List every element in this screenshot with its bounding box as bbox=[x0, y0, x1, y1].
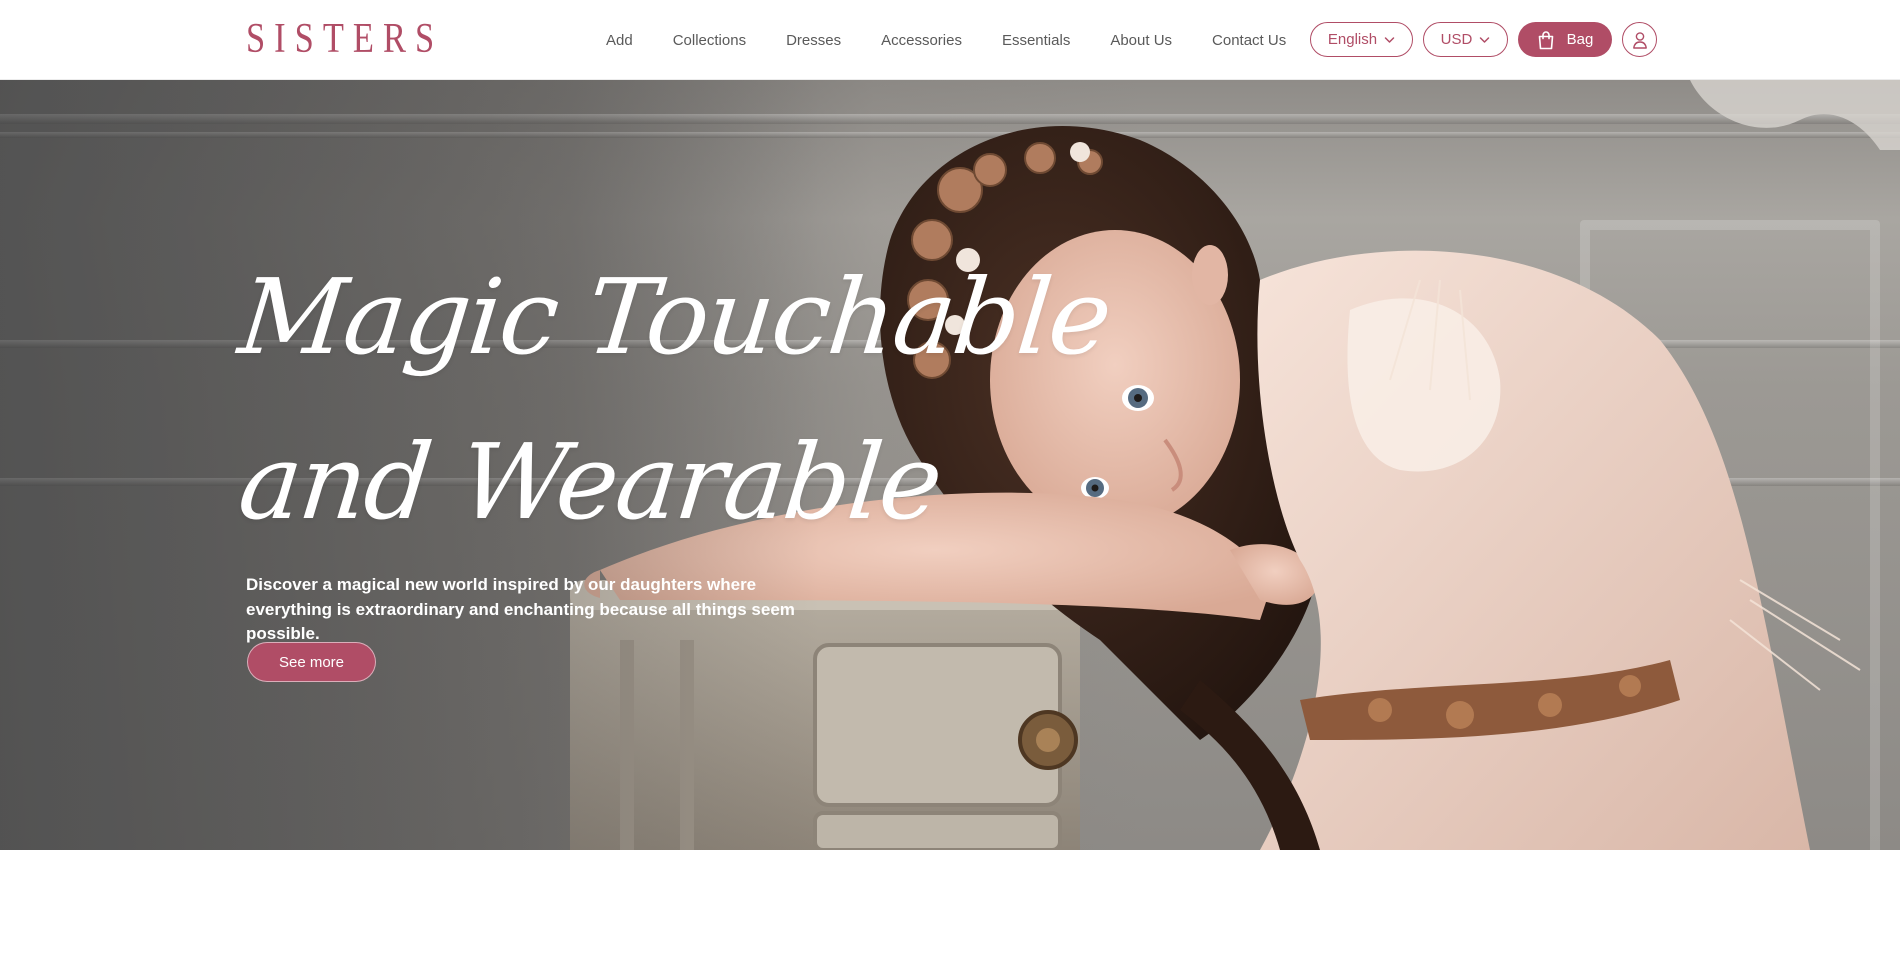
user-icon bbox=[1632, 31, 1647, 49]
currency-label: USD bbox=[1440, 31, 1473, 48]
main-nav: Add Collections Dresses Accessories Esse… bbox=[606, 0, 1286, 80]
site-logo[interactable]: SISTERS bbox=[246, 18, 443, 60]
language-label: English bbox=[1327, 31, 1378, 48]
hero-headline-line2: and Wearable bbox=[233, 421, 947, 543]
hero-description: Discover a magical new world inspired by… bbox=[246, 575, 795, 643]
chevron-down-icon bbox=[1384, 36, 1395, 43]
chevron-down-icon bbox=[1480, 36, 1490, 43]
see-more-button[interactable]: See more bbox=[247, 642, 376, 682]
nav-item-essentials[interactable]: Essentials bbox=[1002, 32, 1070, 49]
nav-item-accessories[interactable]: Accessories bbox=[881, 32, 962, 49]
currency-selector[interactable]: USD bbox=[1423, 22, 1508, 57]
bag-label: Bag bbox=[1566, 31, 1594, 48]
account-button[interactable] bbox=[1622, 22, 1657, 57]
language-selector[interactable]: English bbox=[1310, 22, 1413, 57]
nav-item-dresses[interactable]: Dresses bbox=[786, 32, 841, 49]
nav-item-about-us[interactable]: About Us bbox=[1110, 32, 1172, 49]
site-header: SISTERS Add Collections Dresses Accessor… bbox=[0, 0, 1900, 80]
shopping-bag-icon bbox=[1538, 30, 1553, 49]
nav-item-contact-us[interactable]: Contact Us bbox=[1212, 32, 1286, 49]
hero-headline-line1: Magic Touchable bbox=[233, 256, 1116, 378]
bag-button[interactable]: Bag bbox=[1518, 22, 1612, 57]
nav-item-collections[interactable]: Collections bbox=[673, 32, 746, 49]
nav-item-add[interactable]: Add bbox=[606, 32, 633, 49]
